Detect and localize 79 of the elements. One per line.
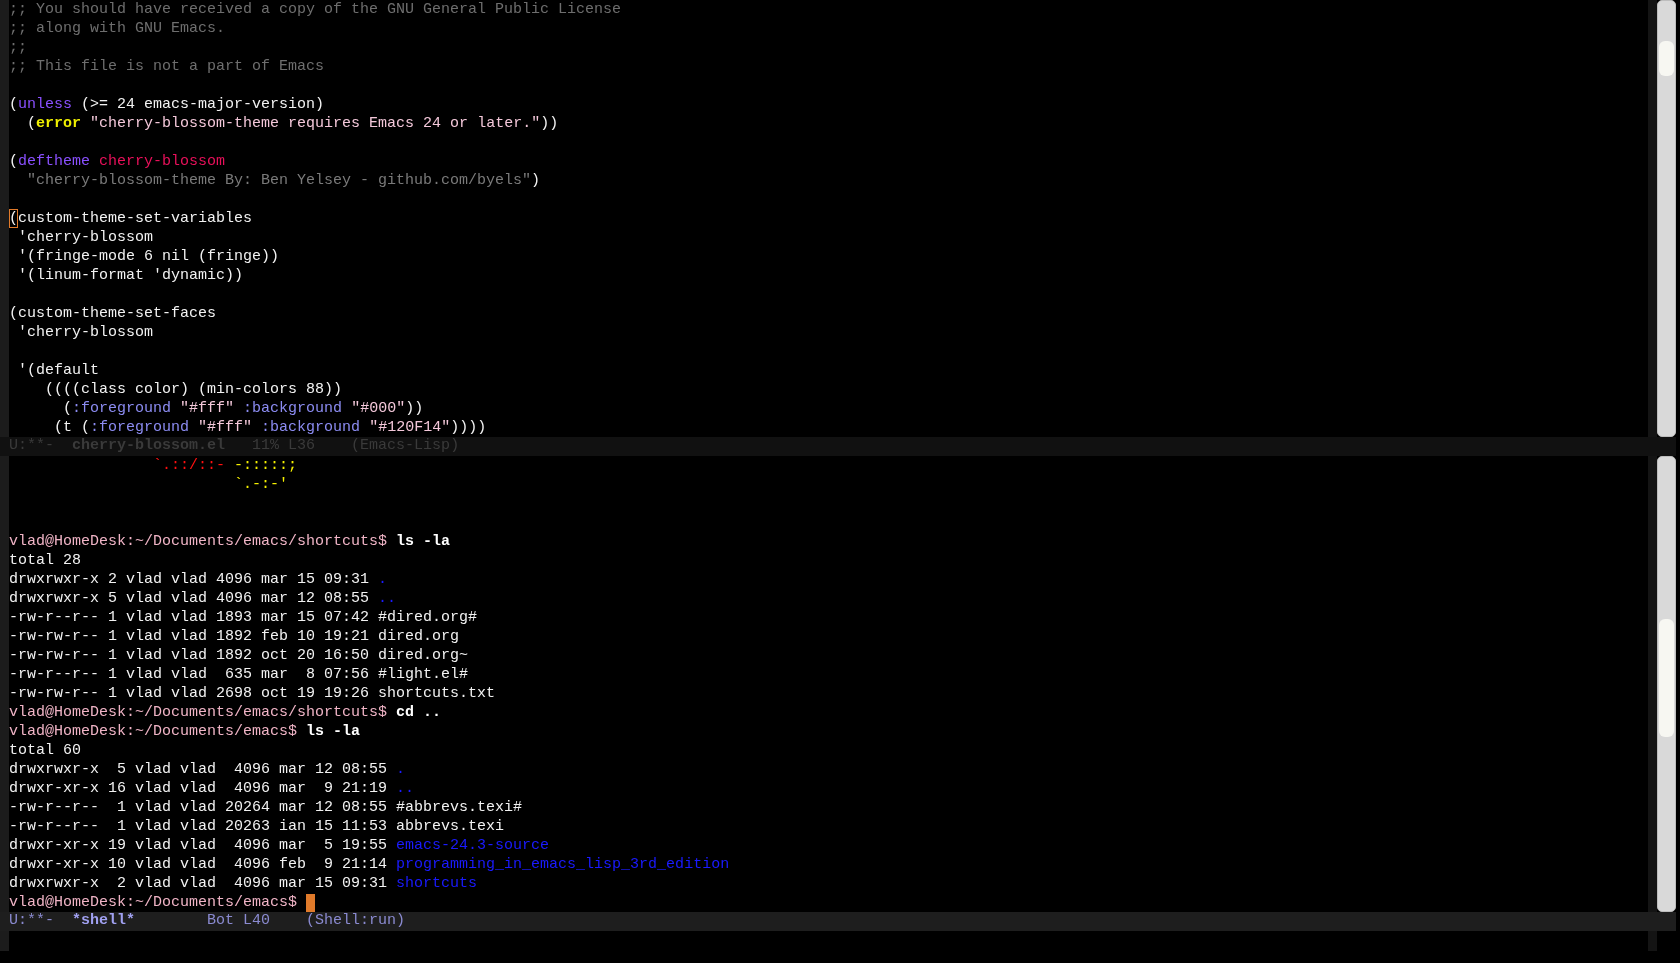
code-text: total 28: [9, 551, 81, 570]
code-text: drwxrwxr-x 2 vlad vlad 4096 mar 15 09:31: [9, 570, 370, 589]
keyword-symbol: :background: [243, 399, 343, 418]
mode-line-text: U:**-: [9, 911, 54, 932]
scrollbar-thumb[interactable]: [1659, 619, 1674, 737]
mode-line-text: (Shell:run): [306, 911, 406, 932]
code-text: '(fringe-mode 6 nil (fringe)): [18, 247, 280, 266]
string-literal: "#120F14": [369, 418, 451, 437]
comment: ;;: [9, 38, 27, 57]
code-text: custom-theme-set-variables: [18, 209, 253, 228]
theme-name: cherry-blossom: [99, 152, 226, 171]
directory-name: programming_in_emacs_lisp_3rd_edition: [396, 855, 730, 874]
directory-name: shortcuts: [396, 874, 478, 893]
directory-name: .: [378, 570, 388, 589]
code-text: '(default: [18, 361, 100, 380]
buffer-name: *shell*: [72, 911, 136, 932]
directory-name: ..: [396, 779, 415, 798]
code-text: drwxrwxr-x 5 vlad vlad 4096 mar 12 08:55: [9, 589, 370, 608]
keyword: unless: [18, 95, 73, 114]
shell-command: ls -la: [306, 722, 361, 741]
comment: ;; This file is not a part of Emacs: [9, 57, 325, 76]
scrollbar-thumb[interactable]: [1659, 41, 1674, 76]
shell-command: cd ..: [396, 703, 442, 722]
ascii-art: `.-:-': [234, 475, 289, 494]
cursor: [306, 893, 316, 912]
code-text: )): [540, 114, 559, 133]
code-text: (>= 24 emacs-major-version): [81, 95, 325, 114]
code-text: ): [531, 171, 541, 190]
keyword-symbol: :foreground: [72, 399, 172, 418]
directory-name: emacs-24.3-source: [396, 836, 550, 855]
keyword: deftheme: [18, 152, 91, 171]
code-text: drwxr-xr-x 16 vlad vlad 4096 mar 9 21:19: [9, 779, 388, 798]
string-literal: "#fff": [180, 399, 235, 418]
string-literal: "#fff": [198, 418, 253, 437]
mode-line-text: Bot L40: [207, 911, 271, 932]
string-literal: "cherry-blossom-theme requires Emacs 24 or later.": [90, 114, 541, 133]
scrollbar[interactable]: [1657, 0, 1676, 437]
code-text: -rw-rw-r-- 1 vlad vlad 1892 oct 20 16:50 dired.org~: [9, 646, 469, 665]
shell-prompt: vlad@HomeDesk:~/Documents/emacs$: [9, 722, 298, 741]
code-text: 'cherry-blossom: [18, 228, 154, 247]
code-text: )): [405, 399, 424, 418]
scrollbar[interactable]: [1657, 456, 1676, 912]
code-text: drwxrwxr-x 2 vlad vlad 4096 mar 15 09:31: [9, 874, 388, 893]
code-text: '(linum-format 'dynamic)): [18, 266, 244, 285]
keyword: error: [36, 114, 82, 133]
code-text: (: [9, 152, 18, 171]
keyword-symbol: :foreground: [90, 418, 190, 437]
code-text: -rw-r--r-- 1 vlad vlad 1893 mar 15 07:42 #dired.org#: [9, 608, 478, 627]
shell-prompt: vlad@HomeDesk:~/Documents/emacs/shortcuts$: [9, 703, 388, 722]
code-text: (: [9, 95, 18, 114]
shell-command: ls -la: [396, 532, 451, 551]
shell-prompt: vlad@HomeDesk:~/Documents/emacs$: [9, 893, 298, 912]
shell-prompt: vlad@HomeDesk:~/Documents/emacs/shortcuts$: [9, 532, 388, 551]
code-text: (t (: [54, 418, 91, 437]
code-text: -rw-r--r-- 1 vlad vlad 20263 ian 15 11:53 abbrevs.texi: [9, 817, 505, 836]
code-text: -rw-r--r-- 1 vlad vlad 20264 mar 12 08:55 #abbrevs.texi#: [9, 798, 523, 817]
code-text: (: [63, 399, 73, 418]
code-text: -rw-r--r-- 1 vlad vlad 635 mar 8 07:56 #light.el#: [9, 665, 469, 684]
ascii-art: -:::::;: [234, 456, 298, 475]
code-text: drwxrwxr-x 5 vlad vlad 4096 mar 12 08:55: [9, 760, 388, 779]
directory-name: ..: [378, 589, 397, 608]
code-text: ((((class color) (min-colors 88)): [45, 380, 343, 399]
code-text: total 60: [9, 741, 81, 760]
code-text: -rw-rw-r-- 1 vlad vlad 2698 oct 19 19:26 shortcuts.txt: [9, 684, 496, 703]
code-text: -rw-rw-r-- 1 vlad vlad 1892 feb 10 19:21 dired.org: [9, 627, 460, 646]
keyword-symbol: :background: [261, 418, 361, 437]
code-text: (custom-theme-set-faces: [9, 304, 217, 323]
code-text: (: [27, 114, 37, 133]
directory-name: .: [396, 760, 406, 779]
comment: ;; You should have received a copy of the GNU General Public License: [9, 0, 622, 19]
string-literal: "#000": [351, 399, 406, 418]
doc-string: "cherry-blossom-theme By: Ben Yelsey - github.com/byels": [27, 171, 532, 190]
ascii-art: `.::/::-: [153, 456, 226, 475]
code-text: )))): [450, 418, 487, 437]
comment: ;; along with GNU Emacs.: [9, 19, 226, 38]
code-text: drwxr-xr-x 10 vlad vlad 4096 feb 9 21:14: [9, 855, 388, 874]
code-text: 'cherry-blossom: [18, 323, 154, 342]
cursor: (: [9, 209, 18, 228]
code-text: drwxr-xr-x 19 vlad vlad 4096 mar 5 19:55: [9, 836, 388, 855]
